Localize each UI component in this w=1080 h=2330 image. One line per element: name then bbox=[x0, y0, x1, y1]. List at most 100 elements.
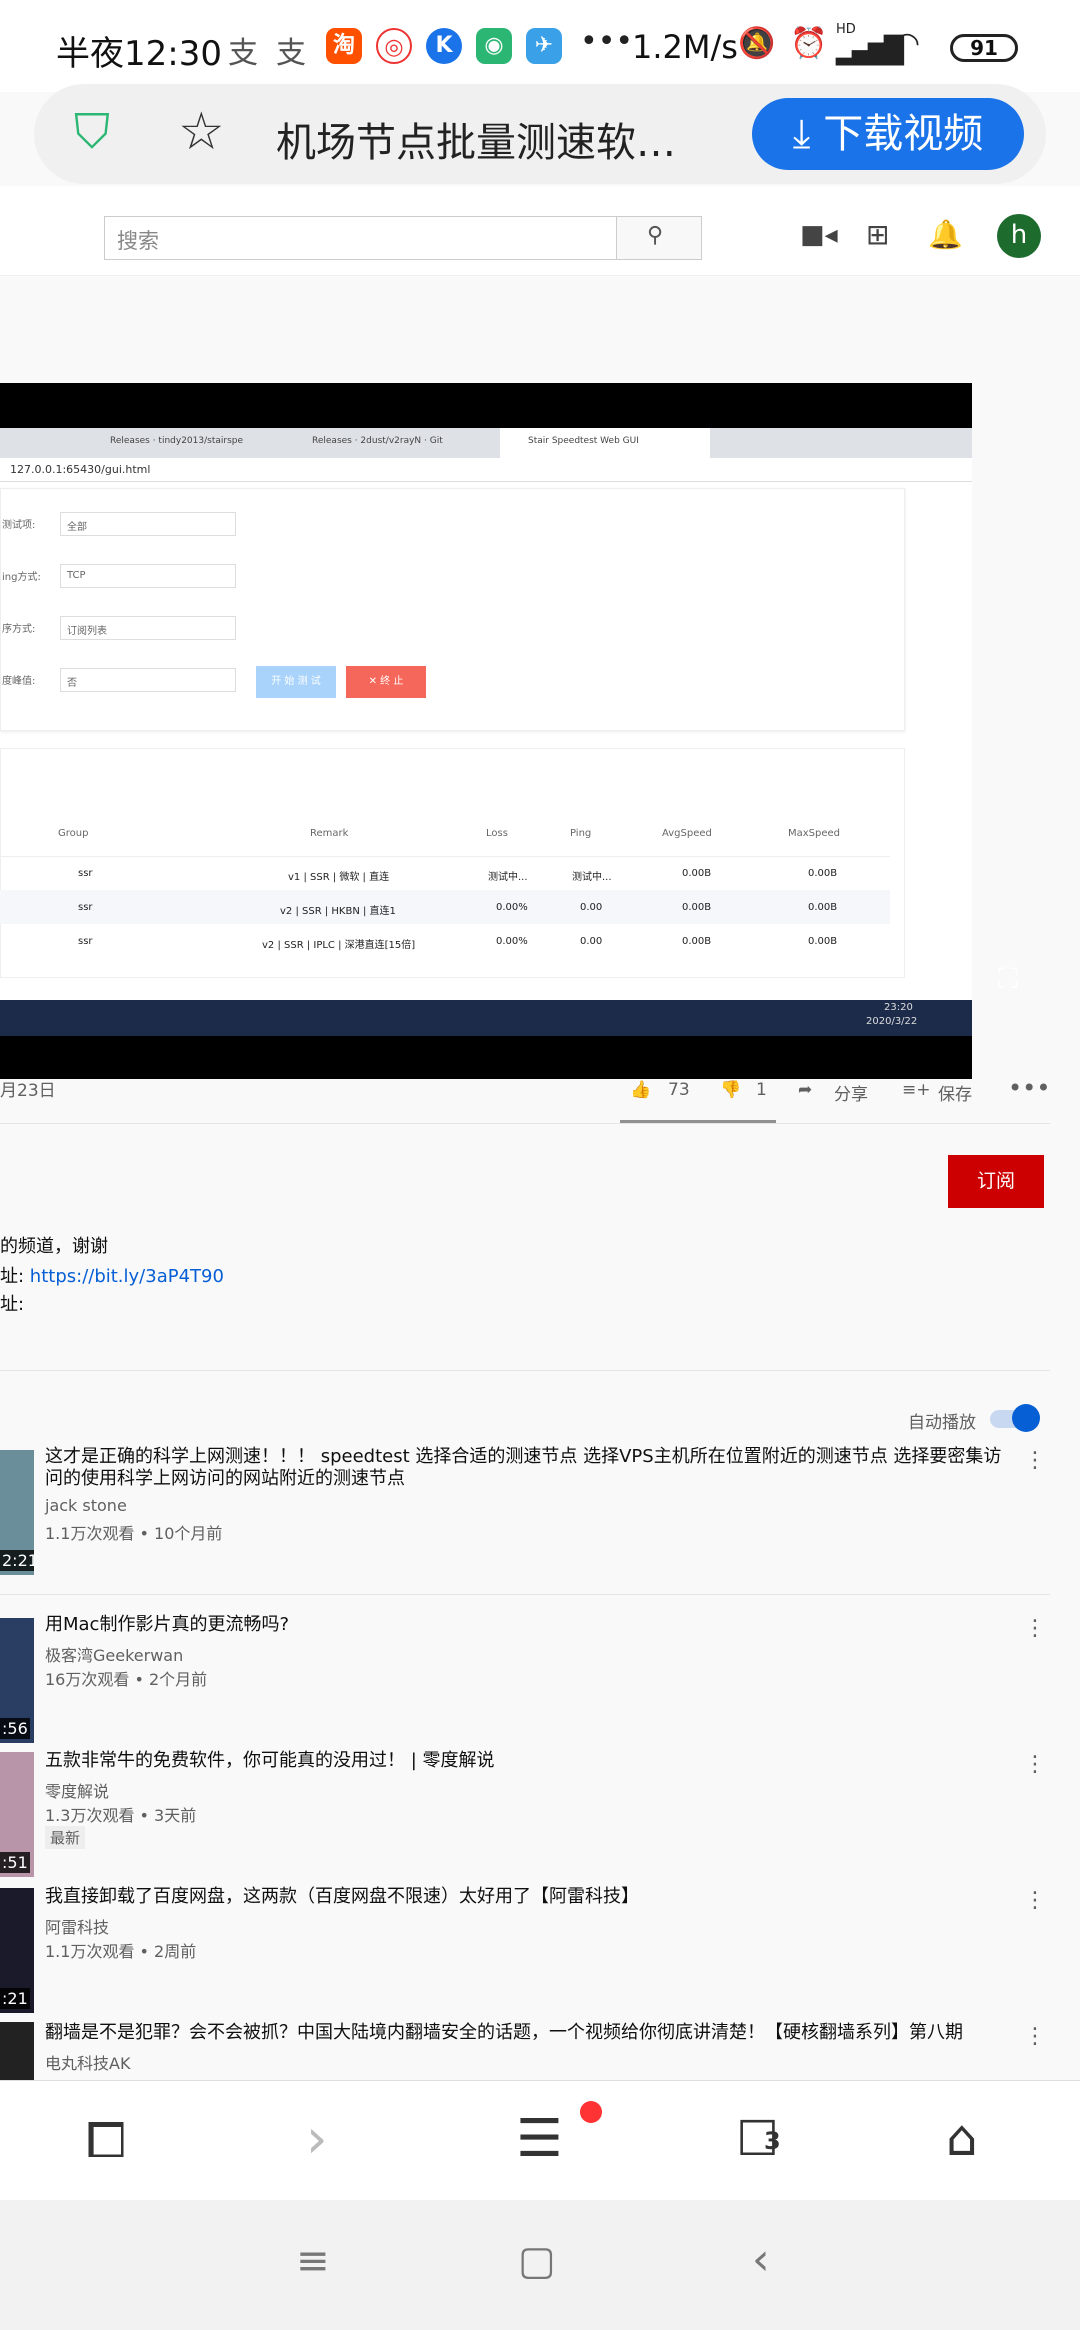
menu-notification-dot bbox=[580, 2101, 602, 2123]
upload-date: 月23日 bbox=[0, 1081, 56, 1101]
list-item[interactable]: :56 用Mac制作影片真的更流畅吗? 极客湾Geekerwan 16万次观看 … bbox=[0, 1614, 1050, 1744]
video-thumbnail[interactable]: 2:21 bbox=[0, 1450, 34, 1575]
fullscreen-icon[interactable]: ⛶ bbox=[998, 962, 1018, 996]
signal-icon: ▂▄▆█ bbox=[836, 36, 904, 66]
more-options-icon[interactable]: ⋮ bbox=[1024, 1616, 1046, 1641]
form-label: 测试项: bbox=[2, 520, 36, 531]
star-icon[interactable]: ☆ bbox=[178, 102, 225, 162]
avatar[interactable]: h bbox=[997, 214, 1041, 258]
download-video-button[interactable]: ⤓ 下载视频 bbox=[752, 98, 1024, 170]
recent-apps-icon[interactable]: ≡ bbox=[296, 2238, 330, 2284]
form-select: 订阅列表 bbox=[60, 616, 236, 640]
table-cell: 0.00B bbox=[682, 936, 712, 947]
embedded-clock-time: 23:20 bbox=[884, 1002, 913, 1013]
list-item[interactable]: :21 我直接卸载了百度网盘，这两款（百度网盘不限速）太好用了【阿雷科技】 阿雷… bbox=[0, 1886, 1050, 2016]
shield-icon[interactable]: ⛉ bbox=[74, 104, 110, 161]
video-thumbnail[interactable]: :21 bbox=[0, 1888, 34, 2013]
embedded-taskbar bbox=[0, 1000, 972, 1036]
podcast-icon: ◉ bbox=[476, 28, 512, 64]
table-header: Ping bbox=[570, 828, 592, 839]
share-icon[interactable]: ➦ bbox=[798, 1080, 812, 1100]
system-nav-bar: ≡ ▢ ‹ bbox=[0, 2200, 1080, 2330]
autoplay-toggle-knob[interactable] bbox=[1012, 1404, 1040, 1432]
notification-icon: 支 bbox=[228, 36, 258, 71]
forward-icon[interactable]: › bbox=[306, 2107, 328, 2170]
form-select: 否 bbox=[60, 668, 236, 692]
video-title[interactable]: 我直接卸载了百度网盘，这两款（百度网盘不限速）太好用了【阿雷科技】 bbox=[45, 1886, 1005, 1908]
table-cell: 测试中... bbox=[572, 872, 612, 883]
like-icon[interactable]: 👍 bbox=[630, 1080, 651, 1100]
browser-bottom-bar: ⧠ › ☰ ☐ 3 ⌂ bbox=[0, 2080, 1080, 2200]
table-divider bbox=[0, 856, 890, 857]
more-options-icon[interactable]: ⋮ bbox=[1024, 1888, 1046, 1913]
more-options-icon[interactable]: ⋮ bbox=[1024, 1448, 1046, 1473]
battery-indicator: 91 bbox=[950, 34, 1018, 62]
table-cell: v1 | SSR | 微软 | 直连 bbox=[288, 872, 390, 883]
video-duration: :21 bbox=[0, 1988, 30, 2009]
save-icon[interactable]: ≡+ bbox=[902, 1080, 931, 1100]
create-video-icon[interactable]: ■◂ bbox=[800, 220, 838, 250]
subscribe-button[interactable]: 订阅 bbox=[948, 1155, 1044, 1208]
status-bar: 半夜12:30 支 支 淘 ◎ K ◉ ✈ ••• 1.2M/s 🔕 ⏰ HD … bbox=[0, 0, 1080, 92]
more-actions-icon[interactable]: ••• bbox=[1008, 1074, 1050, 1102]
video-title[interactable]: 翻墙是不是犯罪？会不会被抓？中国大陆境内翻墙安全的话题，一个视频给你彻底讲清楚！… bbox=[45, 2022, 1005, 2044]
video-channel: 阿雷科技 bbox=[45, 1918, 110, 1937]
description-link[interactable]: https://bit.ly/3aP4T90 bbox=[30, 1266, 224, 1287]
search-button[interactable]: ⚲ bbox=[616, 216, 702, 260]
more-options-icon[interactable]: ⋮ bbox=[1024, 1752, 1046, 1777]
home-nav-icon[interactable]: ▢ bbox=[518, 2238, 556, 2284]
table-header: Loss bbox=[486, 828, 508, 839]
close-tab-icon[interactable]: ⧠ bbox=[86, 2111, 126, 2170]
video-duration: :51 bbox=[0, 1852, 30, 1873]
table-cell: v2 | SSR | IPLC | 深港直连[15倍] bbox=[262, 940, 416, 951]
form-label: 度峰值: bbox=[2, 676, 36, 687]
form-select: TCP bbox=[60, 564, 236, 588]
notifications-bell-icon[interactable]: 🔔 bbox=[928, 218, 963, 251]
video-title[interactable]: 五款非常牛的免费软件，你可能真的没用过！ | 零度解说 bbox=[45, 1750, 1005, 1772]
embedded-clock-date: 2020/3/22 bbox=[866, 1016, 918, 1027]
table-cell: ssr bbox=[78, 902, 93, 913]
apps-grid-icon[interactable]: ⊞ bbox=[866, 218, 889, 251]
description-line: 址: https://bit.ly/3aP4T90 bbox=[0, 1266, 224, 1287]
divider bbox=[0, 1123, 1050, 1124]
description-line: 的频道，谢谢 bbox=[0, 1236, 108, 1257]
video-meta: 1.1万次观看 • 2周前 bbox=[45, 1942, 197, 1961]
table-cell: ssr bbox=[78, 868, 93, 879]
video-duration: :56 bbox=[0, 1718, 30, 1739]
list-item[interactable]: 翻墙是不是犯罪？会不会被抓？中国大陆境内翻墙安全的话题，一个视频给你彻底讲清楚！… bbox=[0, 2022, 1050, 2080]
more-options-icon[interactable]: ⋮ bbox=[1024, 2024, 1046, 2049]
list-item[interactable]: :51 五款非常牛的免费软件，你可能真的没用过！ | 零度解说 零度解说 1.3… bbox=[0, 1750, 1050, 1880]
save-label[interactable]: 保存 bbox=[938, 1080, 972, 1105]
video-channel: 零度解说 bbox=[45, 1782, 110, 1801]
form-select: 全部 bbox=[60, 512, 236, 536]
video-title[interactable]: 这才是正确的科学上网测速！！！ speedtest 选择合适的测速节点 选择VP… bbox=[45, 1446, 1005, 1490]
download-icon: ⤓ bbox=[792, 111, 824, 157]
back-icon[interactable]: ‹ bbox=[752, 2234, 770, 2285]
menu-icon[interactable]: ☰ bbox=[516, 2109, 563, 2169]
embedded-stop-button: ✕ 终 止 bbox=[346, 666, 426, 698]
video-channel: 电丸科技AK bbox=[45, 2054, 131, 2073]
video-thumbnail[interactable]: :56 bbox=[0, 1618, 34, 1743]
video-meta: 16万次观看 • 2个月前 bbox=[45, 1670, 208, 1689]
embedded-tab: Releases · 2dust/v2rayN · Git bbox=[312, 436, 443, 446]
video-title[interactable]: 用Mac制作影片真的更流畅吗? bbox=[45, 1614, 1005, 1636]
video-thumbnail[interactable]: :51 bbox=[0, 1752, 34, 1877]
video-thumbnail[interactable] bbox=[0, 2022, 34, 2080]
table-cell: 0.00B bbox=[682, 868, 712, 879]
net-speed: 1.2M/s bbox=[632, 28, 738, 66]
tab-title[interactable]: 机场节点批量测速软… bbox=[276, 110, 676, 168]
table-cell: 0.00B bbox=[808, 868, 838, 879]
list-item[interactable]: 2:21 这才是正确的科学上网测速！！！ speedtest 选择合适的测速节点… bbox=[0, 1446, 1050, 1576]
search-input[interactable]: 搜索 bbox=[104, 216, 618, 260]
more-notifications-icon: ••• bbox=[580, 24, 634, 59]
table-cell: 0.00% bbox=[496, 902, 528, 913]
table-cell: 0.00% bbox=[496, 936, 528, 947]
taobao-icon: 淘 bbox=[326, 28, 362, 64]
table-header: AvgSpeed bbox=[662, 828, 712, 839]
home-icon[interactable]: ⌂ bbox=[946, 2109, 978, 2167]
dislike-icon[interactable]: 👎 bbox=[720, 1080, 741, 1100]
table-header: MaxSpeed bbox=[788, 828, 841, 839]
table-cell: 0.00 bbox=[580, 902, 603, 913]
share-label[interactable]: 分享 bbox=[834, 1080, 868, 1105]
description-line: 址: bbox=[0, 1294, 25, 1315]
